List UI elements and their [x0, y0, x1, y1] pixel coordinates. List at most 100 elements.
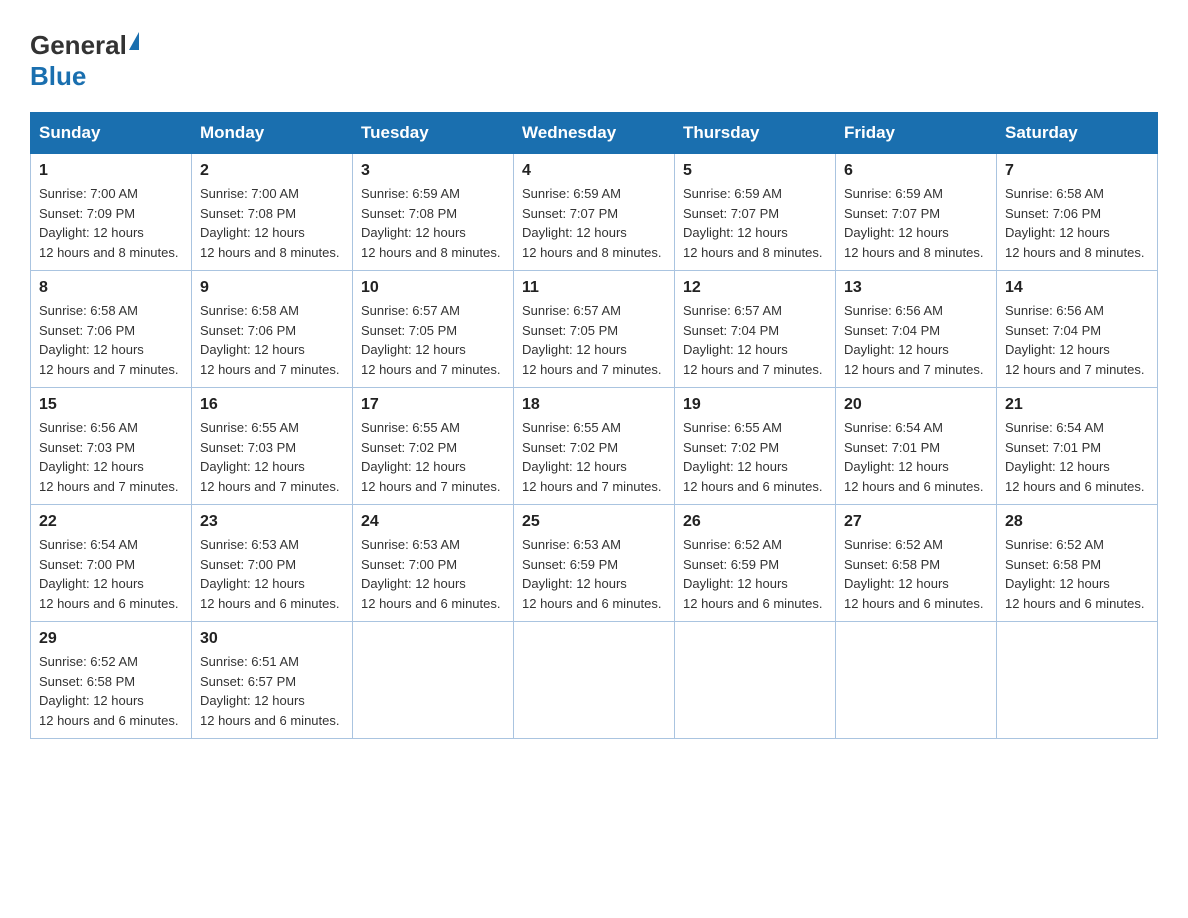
calendar-cell: 16 Sunrise: 6:55 AMSunset: 7:03 PMDaylig…	[192, 388, 353, 505]
calendar-cell: 17 Sunrise: 6:55 AMSunset: 7:02 PMDaylig…	[353, 388, 514, 505]
day-number: 30	[200, 630, 344, 648]
day-number: 10	[361, 279, 505, 297]
day-number: 6	[844, 162, 988, 180]
calendar-cell	[353, 622, 514, 739]
day-number: 23	[200, 513, 344, 531]
day-number: 9	[200, 279, 344, 297]
calendar-cell: 23 Sunrise: 6:53 AMSunset: 7:00 PMDaylig…	[192, 505, 353, 622]
day-number: 20	[844, 396, 988, 414]
weekday-header-friday: Friday	[836, 113, 997, 154]
day-number: 11	[522, 279, 666, 297]
calendar-cell: 11 Sunrise: 6:57 AMSunset: 7:05 PMDaylig…	[514, 271, 675, 388]
day-number: 16	[200, 396, 344, 414]
day-number: 21	[1005, 396, 1149, 414]
day-number: 4	[522, 162, 666, 180]
day-info: Sunrise: 6:53 AMSunset: 6:59 PMDaylight:…	[522, 537, 661, 611]
calendar-cell: 9 Sunrise: 6:58 AMSunset: 7:06 PMDayligh…	[192, 271, 353, 388]
day-info: Sunrise: 6:55 AMSunset: 7:03 PMDaylight:…	[200, 420, 339, 494]
day-number: 18	[522, 396, 666, 414]
calendar-cell: 15 Sunrise: 6:56 AMSunset: 7:03 PMDaylig…	[31, 388, 192, 505]
day-number: 26	[683, 513, 827, 531]
day-info: Sunrise: 6:55 AMSunset: 7:02 PMDaylight:…	[683, 420, 822, 494]
day-number: 27	[844, 513, 988, 531]
logo-text-general: General	[30, 30, 139, 60]
calendar-cell: 24 Sunrise: 6:53 AMSunset: 7:00 PMDaylig…	[353, 505, 514, 622]
calendar-cell: 13 Sunrise: 6:56 AMSunset: 7:04 PMDaylig…	[836, 271, 997, 388]
day-info: Sunrise: 6:59 AMSunset: 7:07 PMDaylight:…	[683, 186, 822, 260]
day-info: Sunrise: 6:56 AMSunset: 7:04 PMDaylight:…	[1005, 303, 1144, 377]
calendar-cell: 1 Sunrise: 7:00 AMSunset: 7:09 PMDayligh…	[31, 154, 192, 271]
day-info: Sunrise: 6:53 AMSunset: 7:00 PMDaylight:…	[361, 537, 500, 611]
day-info: Sunrise: 7:00 AMSunset: 7:09 PMDaylight:…	[39, 186, 178, 260]
day-info: Sunrise: 6:52 AMSunset: 6:58 PMDaylight:…	[1005, 537, 1144, 611]
calendar-cell: 18 Sunrise: 6:55 AMSunset: 7:02 PMDaylig…	[514, 388, 675, 505]
day-number: 14	[1005, 279, 1149, 297]
day-number: 3	[361, 162, 505, 180]
day-info: Sunrise: 6:59 AMSunset: 7:08 PMDaylight:…	[361, 186, 500, 260]
day-number: 12	[683, 279, 827, 297]
calendar-cell	[836, 622, 997, 739]
day-info: Sunrise: 6:54 AMSunset: 7:01 PMDaylight:…	[844, 420, 983, 494]
calendar-cell: 3 Sunrise: 6:59 AMSunset: 7:08 PMDayligh…	[353, 154, 514, 271]
calendar-cell: 2 Sunrise: 7:00 AMSunset: 7:08 PMDayligh…	[192, 154, 353, 271]
calendar-cell: 8 Sunrise: 6:58 AMSunset: 7:06 PMDayligh…	[31, 271, 192, 388]
calendar-week-3: 15 Sunrise: 6:56 AMSunset: 7:03 PMDaylig…	[31, 388, 1158, 505]
logo-triangle-icon	[129, 32, 139, 50]
day-number: 22	[39, 513, 183, 531]
day-info: Sunrise: 6:54 AMSunset: 7:01 PMDaylight:…	[1005, 420, 1144, 494]
weekday-header-monday: Monday	[192, 113, 353, 154]
day-number: 5	[683, 162, 827, 180]
day-info: Sunrise: 6:57 AMSunset: 7:05 PMDaylight:…	[522, 303, 661, 377]
calendar-cell: 5 Sunrise: 6:59 AMSunset: 7:07 PMDayligh…	[675, 154, 836, 271]
calendar-cell: 25 Sunrise: 6:53 AMSunset: 6:59 PMDaylig…	[514, 505, 675, 622]
day-info: Sunrise: 6:54 AMSunset: 7:00 PMDaylight:…	[39, 537, 178, 611]
calendar-cell: 22 Sunrise: 6:54 AMSunset: 7:00 PMDaylig…	[31, 505, 192, 622]
day-info: Sunrise: 6:52 AMSunset: 6:59 PMDaylight:…	[683, 537, 822, 611]
weekday-header-row: SundayMondayTuesdayWednesdayThursdayFrid…	[31, 113, 1158, 154]
calendar-cell	[997, 622, 1158, 739]
day-number: 19	[683, 396, 827, 414]
day-number: 7	[1005, 162, 1149, 180]
calendar-cell	[514, 622, 675, 739]
day-info: Sunrise: 6:52 AMSunset: 6:58 PMDaylight:…	[39, 654, 178, 728]
calendar-cell: 27 Sunrise: 6:52 AMSunset: 6:58 PMDaylig…	[836, 505, 997, 622]
calendar-cell: 12 Sunrise: 6:57 AMSunset: 7:04 PMDaylig…	[675, 271, 836, 388]
calendar-week-1: 1 Sunrise: 7:00 AMSunset: 7:09 PMDayligh…	[31, 154, 1158, 271]
day-info: Sunrise: 7:00 AMSunset: 7:08 PMDaylight:…	[200, 186, 339, 260]
day-info: Sunrise: 6:57 AMSunset: 7:05 PMDaylight:…	[361, 303, 500, 377]
calendar-week-4: 22 Sunrise: 6:54 AMSunset: 7:00 PMDaylig…	[31, 505, 1158, 622]
weekday-header-sunday: Sunday	[31, 113, 192, 154]
day-number: 28	[1005, 513, 1149, 531]
calendar-cell: 14 Sunrise: 6:56 AMSunset: 7:04 PMDaylig…	[997, 271, 1158, 388]
day-number: 25	[522, 513, 666, 531]
calendar-week-5: 29 Sunrise: 6:52 AMSunset: 6:58 PMDaylig…	[31, 622, 1158, 739]
calendar-cell	[675, 622, 836, 739]
page-header: General Blue	[30, 20, 1158, 92]
day-info: Sunrise: 6:55 AMSunset: 7:02 PMDaylight:…	[522, 420, 661, 494]
day-info: Sunrise: 6:59 AMSunset: 7:07 PMDaylight:…	[844, 186, 983, 260]
weekday-header-saturday: Saturday	[997, 113, 1158, 154]
calendar-table: SundayMondayTuesdayWednesdayThursdayFrid…	[30, 112, 1158, 739]
day-number: 13	[844, 279, 988, 297]
day-number: 2	[200, 162, 344, 180]
day-info: Sunrise: 6:56 AMSunset: 7:03 PMDaylight:…	[39, 420, 178, 494]
logo-text-blue: Blue	[30, 61, 86, 91]
calendar-cell: 19 Sunrise: 6:55 AMSunset: 7:02 PMDaylig…	[675, 388, 836, 505]
logo: General Blue	[30, 30, 139, 92]
calendar-cell: 28 Sunrise: 6:52 AMSunset: 6:58 PMDaylig…	[997, 505, 1158, 622]
day-info: Sunrise: 6:51 AMSunset: 6:57 PMDaylight:…	[200, 654, 339, 728]
calendar-cell: 21 Sunrise: 6:54 AMSunset: 7:01 PMDaylig…	[997, 388, 1158, 505]
day-number: 24	[361, 513, 505, 531]
calendar-cell: 29 Sunrise: 6:52 AMSunset: 6:58 PMDaylig…	[31, 622, 192, 739]
day-number: 1	[39, 162, 183, 180]
day-info: Sunrise: 6:58 AMSunset: 7:06 PMDaylight:…	[39, 303, 178, 377]
day-info: Sunrise: 6:53 AMSunset: 7:00 PMDaylight:…	[200, 537, 339, 611]
calendar-cell: 10 Sunrise: 6:57 AMSunset: 7:05 PMDaylig…	[353, 271, 514, 388]
day-number: 29	[39, 630, 183, 648]
calendar-cell: 30 Sunrise: 6:51 AMSunset: 6:57 PMDaylig…	[192, 622, 353, 739]
weekday-header-thursday: Thursday	[675, 113, 836, 154]
day-info: Sunrise: 6:55 AMSunset: 7:02 PMDaylight:…	[361, 420, 500, 494]
calendar-cell: 6 Sunrise: 6:59 AMSunset: 7:07 PMDayligh…	[836, 154, 997, 271]
calendar-cell: 7 Sunrise: 6:58 AMSunset: 7:06 PMDayligh…	[997, 154, 1158, 271]
day-number: 15	[39, 396, 183, 414]
